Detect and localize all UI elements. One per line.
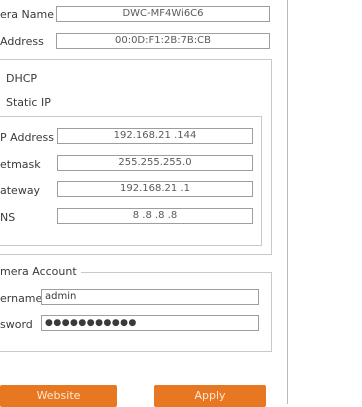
camera-name-field[interactable]: DWC-MF4Wi6C6 — [56, 6, 270, 22]
gateway-label: ateway — [0, 184, 41, 197]
ip-address-field[interactable]: 192.168.21 .144 — [57, 128, 253, 144]
dns-label: NS — [0, 211, 16, 224]
netmask-label: etmask — [0, 158, 41, 171]
camera-account-group — [0, 272, 272, 352]
username-label: ername — [0, 292, 43, 305]
gateway-field[interactable]: 192.168.21 .1 — [57, 181, 253, 197]
dns-field[interactable]: 8 .8 .8 .8 — [57, 208, 253, 224]
password-field[interactable]: ●●●●●●●●●●● — [41, 315, 259, 331]
camera-name-label: era Name — [0, 8, 54, 21]
ip-address-label: P Address — [0, 131, 54, 144]
mac-address-field: 00:0D:F1:2B:7B:CB — [56, 33, 270, 49]
netmask-field[interactable]: 255.255.255.0 — [57, 155, 253, 171]
dhcp-radio-label[interactable]: DHCP — [6, 72, 37, 85]
camera-settings-panel: era Name DWC-MF4Wi6C6 Address 00:0D:F1:2… — [0, 0, 288, 407]
mac-address-label: Address — [0, 35, 44, 48]
username-field[interactable]: admin — [41, 289, 259, 305]
camera-account-legend: mera Account — [0, 265, 81, 278]
static-ip-radio-label[interactable]: Static IP — [6, 96, 51, 109]
password-label: sword — [0, 318, 33, 331]
